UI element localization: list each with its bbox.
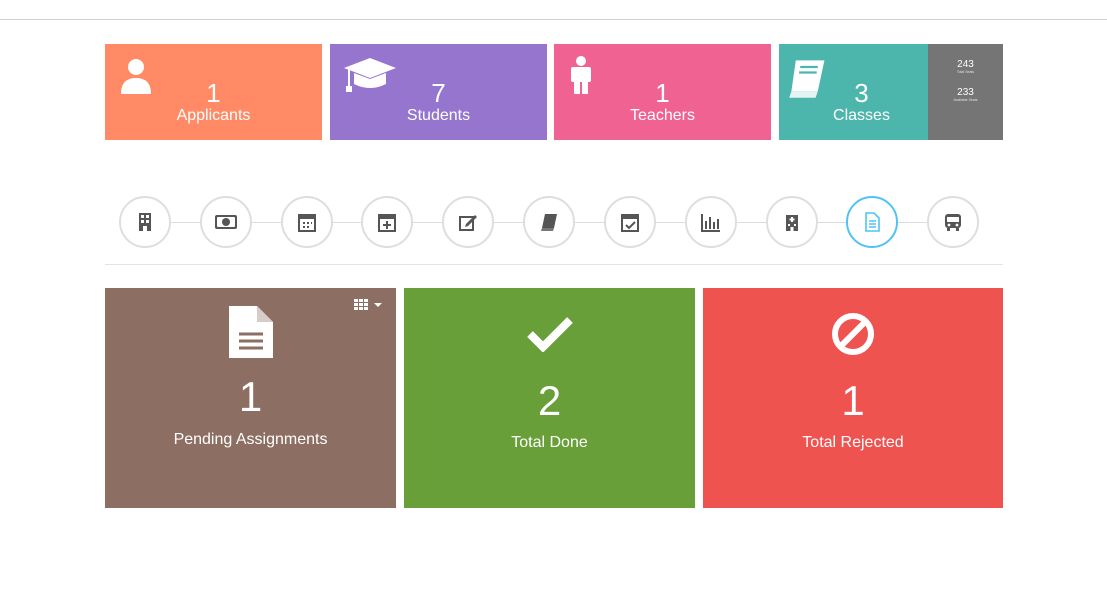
available-seats-value: 233 [957, 87, 974, 98]
calendar-check-icon [621, 214, 639, 232]
document-icon [865, 212, 880, 232]
grid-menu-icon[interactable] [354, 298, 384, 312]
nav-document[interactable] [846, 196, 898, 248]
total-done-label: Total Done [511, 434, 588, 451]
pending-assignments-count: 1 [238, 373, 263, 420]
teachers-tile[interactable]: 1 Teachers [554, 44, 771, 140]
nav-calendar[interactable] [281, 196, 333, 248]
document-icon [228, 306, 273, 358]
top-divider [0, 19, 1107, 20]
pending-assignments-label: Pending Assignments [173, 431, 328, 448]
seats-panel: 243 Total Seats 233 Available Seats [928, 44, 1003, 140]
nav-bus[interactable] [927, 196, 979, 248]
students-label: Students [406, 107, 471, 124]
hospital-icon [786, 215, 798, 231]
applicants-label: Applicants [176, 107, 251, 124]
nav-calendar-plus[interactable] [361, 196, 413, 248]
calendar-plus-icon [378, 214, 396, 232]
check-icon [526, 317, 573, 352]
applicants-tile[interactable]: 1 Applicants [105, 44, 322, 140]
section-divider [105, 264, 1003, 265]
nav-building[interactable] [119, 196, 171, 248]
total-done-card[interactable]: 2 Total Done [404, 288, 695, 508]
total-rejected-card[interactable]: 1 Total Rejected [703, 288, 1003, 508]
nav-bar-chart[interactable] [685, 196, 737, 248]
money-icon [215, 215, 237, 229]
students-tile[interactable]: 7 Students [330, 44, 547, 140]
edit-icon [459, 215, 477, 231]
nav-calendar-check[interactable] [604, 196, 656, 248]
classes-count: 3 [854, 78, 869, 108]
classes-tile[interactable]: 3 Classes [779, 44, 928, 140]
bus-icon [945, 214, 961, 231]
total-rejected-label: Total Rejected [802, 434, 904, 451]
nav-edit[interactable] [442, 196, 494, 248]
book-icon [541, 214, 557, 231]
total-seats-value: 243 [957, 59, 974, 70]
available-seats-label: Available Seats [953, 98, 978, 102]
bar-chart-icon [701, 214, 720, 232]
building-icon [139, 213, 151, 231]
total-rejected-count: 1 [841, 377, 865, 424]
calendar-icon [298, 214, 316, 232]
total-done-count: 2 [537, 377, 562, 424]
nav-money[interactable] [200, 196, 252, 248]
teachers-label: Teachers [630, 107, 695, 124]
ban-icon [832, 313, 874, 355]
students-count: 7 [431, 78, 446, 108]
classes-label: Classes [833, 107, 890, 124]
applicants-count: 1 [206, 78, 221, 108]
total-seats-label: Total Seats [956, 70, 975, 74]
nav-hospital[interactable] [766, 196, 818, 248]
teachers-count: 1 [655, 78, 670, 108]
pending-assignments-card[interactable]: 1 Pending Assignments [105, 288, 396, 508]
nav-book[interactable] [523, 196, 575, 248]
